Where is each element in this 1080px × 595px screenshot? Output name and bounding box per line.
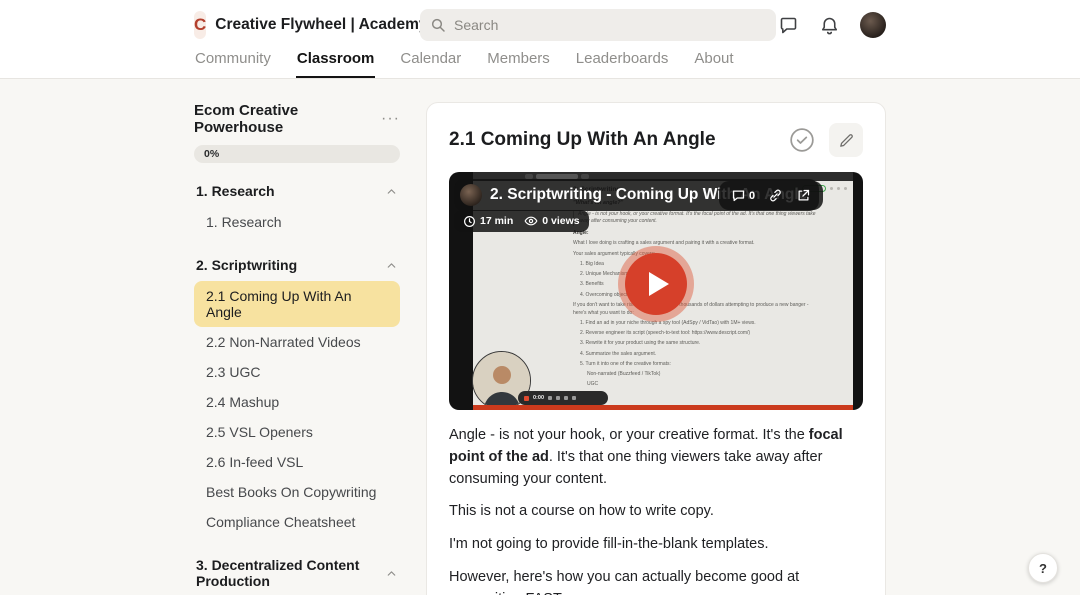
play-button[interactable] [618,246,694,322]
comment-count: 0 [749,190,755,202]
copy-link-icon[interactable] [768,188,783,203]
top-navigation: C Creative Flywheel | Academy [0,0,1080,79]
section-scriptwriting[interactable]: 2. Scriptwriting [194,249,400,281]
lesson-paragraph: Angle - is not your hook, or your creati… [449,425,863,490]
pencil-icon [838,132,855,149]
course-title: Ecom Creative Powerhouse [194,102,381,136]
chevron-up-icon [385,567,398,580]
recording-controls-bar: 0:00 [518,391,608,405]
community-switcher[interactable]: C Creative Flywheel | Academy [194,11,420,39]
comment-icon [731,188,746,203]
tab-calendar[interactable]: Calendar [399,44,462,78]
course-progress-bar: 0% [194,145,400,163]
video-comments-button[interactable]: 0 [731,188,755,203]
tab-community[interactable]: Community [194,44,272,78]
tab-about[interactable]: About [693,44,734,78]
primary-tabs: Community Classroom Calendar Members Lea… [194,44,886,78]
lesson-card: 2.1 Coming Up With An Angle 2: Scriptwr [426,102,886,595]
pause-icon [564,396,568,400]
video-meta-overlay: 17 min 0 views [454,210,589,232]
sidebar-item-ugc[interactable]: 2.3 UGC [194,357,400,387]
recording-time: 0:00 [533,395,544,401]
section-title: 2. Scriptwriting [196,257,297,273]
lesson-title: 2.1 Coming Up With An Angle [449,129,789,151]
sidebar-item-research[interactable]: 1. Research [194,207,400,237]
nav-row: C Creative Flywheel | Academy [194,0,886,42]
chat-icon[interactable] [778,15,799,36]
notifications-bell-icon[interactable] [819,15,840,36]
restart-icon [556,396,560,400]
lesson-paragraph: However, here's how you can actually bec… [449,567,863,595]
sidebar-item-coming-up-with-an-angle[interactable]: 2.1 Coming Up With An Angle [194,281,400,327]
search-icon [430,17,446,33]
progress-label: 0% [204,148,219,160]
lesson-body: Angle - is not your hook, or your creati… [449,425,863,595]
help-button[interactable]: ? [1028,553,1058,583]
lesson-paragraph: This is not a course on how to write cop… [449,501,863,523]
tab-leaderboards[interactable]: Leaderboards [575,44,670,78]
mark-complete-check-icon[interactable] [789,127,815,153]
mic-icon [548,396,552,400]
community-name: Creative Flywheel | Academy [215,16,427,34]
lesson-paragraph: I'm not going to provide fill-in-the-bla… [449,534,863,556]
clock-icon [463,215,476,228]
edit-lesson-button[interactable] [829,123,863,157]
sidebar-item-vsl-openers[interactable]: 2.5 VSL Openers [194,417,400,447]
trash-icon [572,396,576,400]
sidebar-item-best-books[interactable]: Best Books On Copywriting [194,477,400,507]
sidebar-item-mashup[interactable]: 2.4 Mashup [194,387,400,417]
stop-record-icon [524,396,529,401]
video-actions-overlay: 0 [719,181,823,210]
video-progress-bar [473,405,853,410]
chevron-up-icon [385,185,398,198]
sidebar-item-non-narrated-videos[interactable]: 2.2 Non-Narrated Videos [194,327,400,357]
video-views: 0 views [542,215,579,227]
section-research[interactable]: 1. Research [194,175,400,207]
sidebar-item-compliance-cheatsheet[interactable]: Compliance Cheatsheet [194,507,400,537]
video-duration: 17 min [480,215,513,227]
sidebar-item-in-feed-vsl[interactable]: 2.6 In-feed VSL [194,447,400,477]
course-sidebar: Ecom Creative Powerhouse ··· 0% 1. Resea… [194,102,400,595]
recorded-document: 2: Scriptwriting "What's an angle?" Angl… [573,185,819,410]
section-title: 1. Research [196,183,275,199]
course-more-icon[interactable]: ··· [381,114,400,124]
tab-members[interactable]: Members [486,44,551,78]
user-avatar[interactable] [860,12,886,38]
chevron-up-icon [385,259,398,272]
section-title: 3. Decentralized Content Production [196,557,385,589]
tab-classroom[interactable]: Classroom [296,44,376,78]
lesson-video-player[interactable]: 2: Scriptwriting "What's an angle?" Angl… [449,172,863,410]
search-input[interactable] [420,9,776,41]
search-box [420,9,776,41]
eye-icon [524,214,538,228]
open-external-icon[interactable] [796,188,811,203]
logo-letter: C [194,15,206,35]
play-icon [649,272,669,296]
section-decentralized-content[interactable]: 3. Decentralized Content Production [194,549,400,595]
presenter-avatar [460,184,482,206]
community-logo: C [194,11,206,39]
